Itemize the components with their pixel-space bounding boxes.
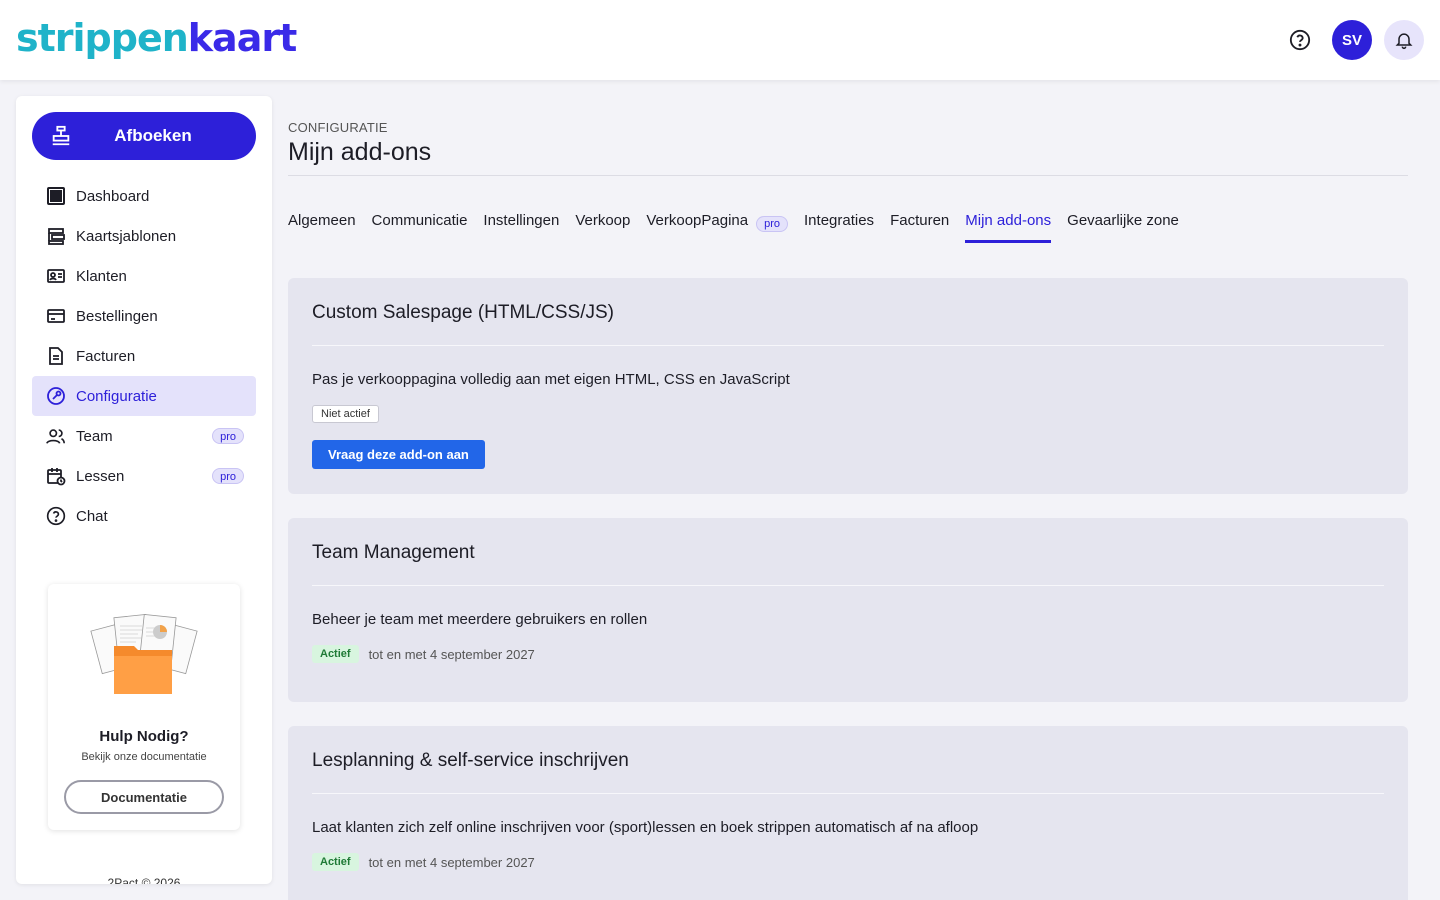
tab-label: VerkoopPagina: [646, 212, 749, 229]
addon-status-row: Actief tot en met 4 september 2027: [312, 853, 535, 871]
copyright: 2Pact © 2026: [107, 876, 181, 884]
pro-badge: pro: [212, 468, 244, 484]
addon-status-row: Niet actief: [312, 405, 379, 423]
addon-title: Lesplanning & self-service inschrijven: [312, 750, 629, 771]
tab-verkoop[interactable]: Verkoop: [575, 212, 630, 244]
divider: [288, 175, 1408, 176]
addon-card: Custom Salespage (HTML/CSS/JS) Pas je ve…: [288, 278, 1408, 494]
tab-label: Algemeen: [288, 212, 356, 229]
tab-instellingen[interactable]: Instellingen: [483, 212, 559, 244]
sidebar-item-label: Team: [76, 427, 113, 445]
document-icon: [46, 346, 66, 366]
sidebar: Afboeken Dashboard Kaartsjablonen Klante…: [16, 96, 272, 884]
tab-bar: Algemeen Communicatie Instellingen Verko…: [288, 212, 1195, 244]
avatar[interactable]: SV: [1332, 20, 1372, 60]
calendar-clock-icon: [46, 466, 66, 486]
tab-label: Verkoop: [575, 212, 631, 229]
stamp-icon: [50, 125, 72, 152]
documentatie-button[interactable]: Documentatie: [64, 780, 224, 814]
tab-label: Facturen: [890, 212, 950, 229]
help-button[interactable]: [1280, 20, 1320, 60]
status-badge: Niet actief: [312, 405, 379, 423]
sidebar-item-bestellingen[interactable]: Bestellingen: [32, 296, 256, 336]
sidebar-item-label: Dashboard: [76, 187, 150, 205]
tab-mijn-add-ons[interactable]: Mijn add-ons: [965, 212, 1051, 244]
breadcrumb: CONFIGURATIE: [288, 120, 388, 135]
help-card-title: Hulp Nodig?: [99, 728, 189, 745]
sidebar-nav: Dashboard Kaartsjablonen Klanten Bestell…: [32, 176, 256, 536]
logo-text-part2: kaart: [187, 16, 297, 60]
sidebar-item-team[interactable]: Team pro: [32, 416, 256, 456]
sidebar-item-label: Klanten: [76, 267, 127, 285]
dashboard-icon: [46, 186, 66, 206]
bell-icon: [1395, 33, 1413, 50]
divider: [312, 345, 1384, 346]
status-badge: Actief: [312, 645, 359, 663]
addon-card: Team Management Beheer je team met meerd…: [288, 518, 1408, 702]
sidebar-item-label: Bestellingen: [76, 307, 158, 325]
notifications-button[interactable]: [1384, 20, 1424, 60]
addon-title: Custom Salespage (HTML/CSS/JS): [312, 302, 614, 323]
users-icon: [46, 426, 66, 446]
sidebar-item-klanten[interactable]: Klanten: [32, 256, 256, 296]
addon-description: Pas je verkooppagina volledig aan met ei…: [312, 371, 790, 388]
addon-description: Beheer je team met meerdere gebruikers e…: [312, 611, 648, 628]
tab-label: Gevaarlijke zone: [1067, 212, 1179, 229]
tab-label: Integraties: [804, 212, 875, 229]
credit-card-icon: [46, 306, 66, 326]
divider: [312, 585, 1384, 586]
wrench-icon: [46, 386, 66, 406]
help-card: Hulp Nodig? Bekijk onze documentatie Doc…: [48, 584, 240, 830]
documents-folder-illustration: [90, 614, 198, 694]
sidebar-item-label: Chat: [76, 507, 108, 525]
status-badge: Actief: [312, 853, 359, 871]
addon-until: tot en met 4 september 2027: [368, 854, 535, 870]
tab-facturen[interactable]: Facturen: [890, 212, 949, 244]
sidebar-item-label: Kaartsjablonen: [76, 227, 177, 245]
tab-label: Communicatie: [371, 212, 468, 229]
tab-label: Instellingen: [483, 212, 560, 229]
pro-badge: pro: [212, 428, 244, 444]
request-addon-button[interactable]: Vraag deze add-on aan: [312, 440, 485, 469]
question-icon: [46, 506, 66, 526]
addon-title: Team Management: [312, 542, 475, 563]
id-card-icon: [46, 266, 66, 286]
logo-text-part1: strippen: [16, 16, 189, 60]
sidebar-item-chat[interactable]: Chat: [32, 496, 256, 536]
sidebar-item-configuratie[interactable]: Configuratie: [32, 376, 256, 416]
sidebar-item-label: Lessen: [76, 467, 125, 485]
tab-verkooppagina[interactable]: VerkoopPagina pro: [646, 212, 789, 244]
tab-algemeen[interactable]: Algemeen: [288, 212, 356, 244]
page-title: Mijn add-ons: [288, 138, 432, 166]
addon-description: Laat klanten zich zelf online inschrijve…: [312, 819, 979, 836]
tab-gevaarlijke-zone[interactable]: Gevaarlijke zone: [1067, 212, 1179, 244]
tab-integraties[interactable]: Integraties: [804, 212, 874, 244]
addon-card: Lesplanning & self-service inschrijven L…: [288, 726, 1408, 900]
logo[interactable]: strippen kaart: [16, 16, 297, 60]
addon-status-row: Actief tot en met 4 september 2027: [312, 645, 535, 663]
sidebar-item-lessen[interactable]: Lessen pro: [32, 456, 256, 496]
pro-badge: pro: [756, 216, 789, 232]
afboeken-button[interactable]: Afboeken: [32, 112, 256, 160]
question-circle-icon: [1289, 29, 1311, 51]
sidebar-item-dashboard[interactable]: Dashboard: [32, 176, 256, 216]
sidebar-item-label: Facturen: [76, 347, 136, 365]
tab-communicatie[interactable]: Communicatie: [372, 212, 468, 244]
help-card-subtitle: Bekijk onze documentatie: [81, 751, 207, 763]
addon-until: tot en met 4 september 2027: [368, 646, 535, 662]
sidebar-item-facturen[interactable]: Facturen: [32, 336, 256, 376]
divider: [312, 793, 1384, 794]
sidebar-item-kaartsjablonen[interactable]: Kaartsjablonen: [32, 216, 256, 256]
tab-label: Mijn add-ons: [965, 212, 1052, 229]
top-bar: strippen kaart SV: [0, 0, 1440, 80]
sidebar-item-label: Configuratie: [76, 387, 157, 405]
templates-icon: [46, 226, 66, 246]
